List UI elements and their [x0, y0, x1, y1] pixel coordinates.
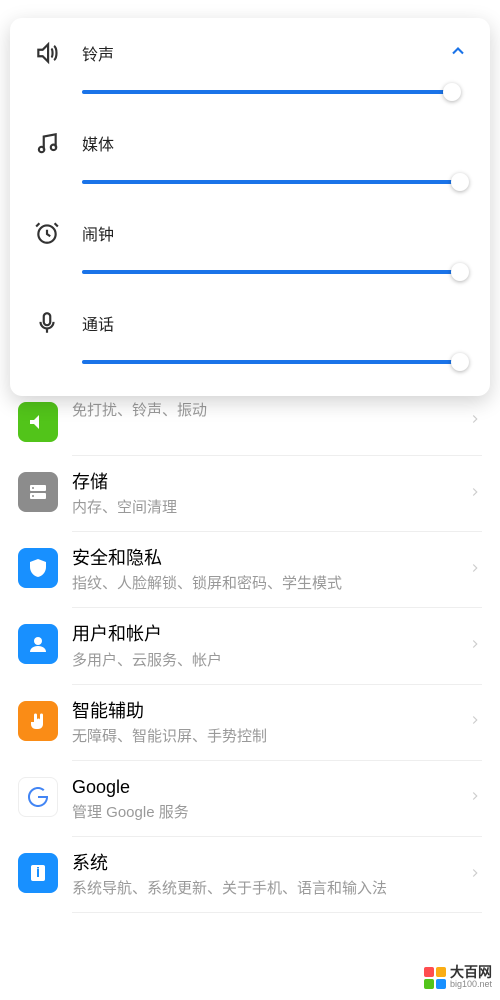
item-subtitle: 无障碍、智能识屏、手势控制	[72, 726, 468, 747]
volume-label: 通话	[82, 311, 114, 335]
item-subtitle: 管理 Google 服务	[72, 802, 468, 823]
volume-row-alarm: 闹钟	[32, 218, 468, 282]
item-subtitle: 指纹、人脸解锁、锁屏和密码、学生模式	[72, 573, 468, 594]
chevron-right-icon	[468, 637, 482, 656]
watermark-name: 大百网	[450, 965, 492, 979]
item-title: 安全和隐私	[72, 546, 468, 571]
watermark: 大百网 big100.net	[424, 965, 492, 990]
chevron-right-icon	[468, 485, 482, 504]
info-icon	[18, 853, 58, 893]
hand-icon	[18, 701, 58, 741]
ringtone-slider[interactable]	[82, 82, 460, 102]
volume-label: 媒体	[82, 131, 114, 155]
alarm-icon	[32, 218, 62, 248]
chevron-right-icon	[468, 866, 482, 885]
chevron-up-icon[interactable]	[448, 41, 468, 66]
volume-row-ringtone: 铃声	[32, 38, 468, 102]
alarm-slider[interactable]	[82, 262, 460, 282]
settings-item-assist[interactable]: 智能辅助 无障碍、智能识屏、手势控制	[0, 685, 500, 761]
user-icon	[18, 624, 58, 664]
volume-label: 铃声	[82, 41, 114, 65]
chevron-right-icon	[468, 713, 482, 732]
chevron-right-icon	[468, 412, 482, 431]
settings-item-storage[interactable]: 存储 内存、空间清理	[0, 456, 500, 532]
google-icon	[18, 777, 58, 817]
chevron-right-icon	[468, 561, 482, 580]
mic-icon	[32, 308, 62, 338]
item-title: Google	[72, 775, 468, 800]
volume-row-call: 通话	[32, 308, 468, 372]
slider-thumb[interactable]	[451, 263, 469, 281]
item-title: 系统	[72, 851, 468, 876]
sound-icon	[18, 402, 58, 442]
media-slider[interactable]	[82, 172, 460, 192]
volume-row-media: 媒体	[32, 128, 468, 192]
item-subtitle: 系统导航、系统更新、关于手机、语言和输入法	[72, 878, 468, 899]
call-slider[interactable]	[82, 352, 460, 372]
item-subtitle: 内存、空间清理	[72, 497, 468, 518]
speaker-icon	[32, 38, 62, 68]
settings-item-google[interactable]: Google 管理 Google 服务	[0, 761, 500, 837]
watermark-logo-icon	[424, 967, 446, 989]
slider-thumb[interactable]	[443, 83, 461, 101]
music-icon	[32, 128, 62, 158]
slider-thumb[interactable]	[451, 353, 469, 371]
item-subtitle: 免打扰、铃声、振动	[72, 400, 468, 421]
settings-item-security[interactable]: 安全和隐私 指纹、人脸解锁、锁屏和密码、学生模式	[0, 532, 500, 608]
item-title: 智能辅助	[72, 699, 468, 724]
settings-item-sound[interactable]: 免打扰、铃声、振动	[0, 400, 500, 456]
watermark-url: big100.net	[450, 979, 492, 990]
item-subtitle: 多用户、云服务、帐户	[72, 650, 468, 671]
slider-thumb[interactable]	[451, 173, 469, 191]
item-title: 用户和帐户	[72, 622, 468, 647]
item-title: 存储	[72, 470, 468, 495]
settings-item-users[interactable]: 用户和帐户 多用户、云服务、帐户	[0, 608, 500, 684]
chevron-right-icon	[468, 789, 482, 808]
volume-label: 闹钟	[82, 221, 114, 245]
settings-item-system[interactable]: 系统 系统导航、系统更新、关于手机、语言和输入法	[0, 837, 500, 913]
shield-icon	[18, 548, 58, 588]
volume-panel: 铃声 媒体 闹钟	[10, 18, 490, 396]
storage-icon	[18, 472, 58, 512]
